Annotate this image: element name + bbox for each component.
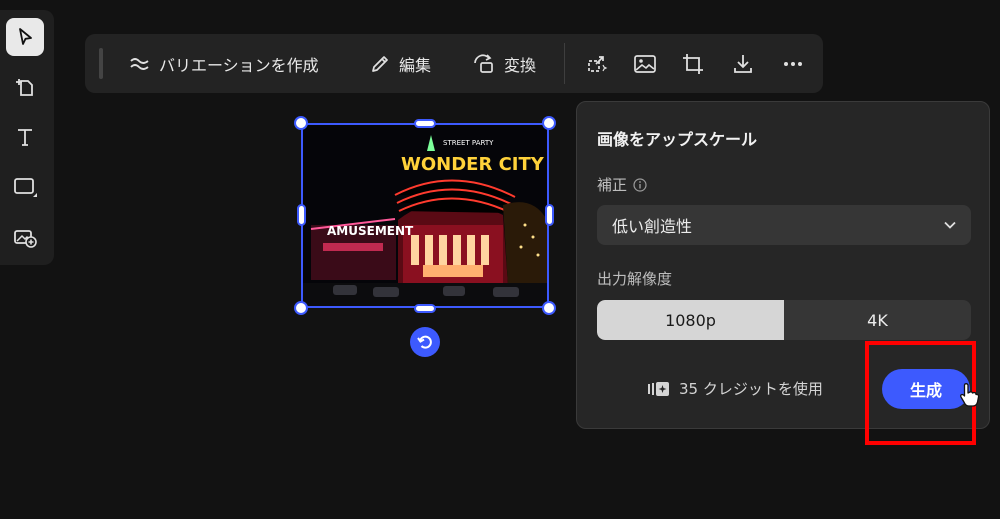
create-variation-label: バリエーションを作成 xyxy=(159,55,319,75)
upscale-icon xyxy=(588,56,608,72)
resize-handle-bottom-left[interactable] xyxy=(294,301,308,315)
resize-handle-right[interactable] xyxy=(545,204,554,226)
correction-select[interactable]: 低い創造性 xyxy=(597,205,971,245)
transform-label: 変換 xyxy=(504,55,537,75)
resize-handle-top-left[interactable] xyxy=(294,116,308,130)
hand-cursor-icon xyxy=(960,383,980,407)
more-icon xyxy=(784,62,802,66)
crop-button[interactable] xyxy=(677,48,709,80)
credits-info: 35 クレジットを使用 xyxy=(647,378,823,399)
rotate-icon xyxy=(417,335,432,349)
rectangle-shape-icon xyxy=(14,178,37,197)
resolution-label: 出力解像度 xyxy=(597,270,673,288)
crop-icon xyxy=(683,54,703,74)
text-icon xyxy=(18,129,32,146)
selection-frame xyxy=(301,123,549,308)
resize-handle-bottom[interactable] xyxy=(414,304,436,313)
toolbar-drag-handle[interactable] xyxy=(99,48,103,79)
resolution-option-1080p[interactable]: 1080p xyxy=(597,300,784,340)
image-add-tool[interactable] xyxy=(6,218,44,256)
pencil-icon xyxy=(372,55,388,72)
resize-handle-top-right[interactable] xyxy=(542,116,556,130)
correction-label-row: 補正 xyxy=(597,174,647,195)
image-add-icon xyxy=(14,230,37,248)
resize-handle-top[interactable] xyxy=(414,119,436,128)
wave-icon xyxy=(130,57,149,70)
rotate-button[interactable] xyxy=(410,327,440,357)
panel-title: 画像をアップスケール xyxy=(597,130,758,149)
download-button[interactable] xyxy=(727,48,759,80)
add-page-tool[interactable] xyxy=(6,68,44,106)
download-icon xyxy=(734,55,752,73)
resolution-option-4k[interactable]: 4K xyxy=(784,300,971,340)
shape-tool[interactable] xyxy=(6,168,44,206)
more-options-button[interactable] xyxy=(777,48,809,80)
info-icon[interactable] xyxy=(633,177,647,192)
edit-button[interactable]: 編集 xyxy=(369,34,431,93)
transform-icon xyxy=(474,53,493,73)
resolution-segmented-control: 1080p 4K xyxy=(597,300,971,340)
create-variation-button[interactable]: バリエーションを作成 xyxy=(129,34,319,93)
tool-rail xyxy=(0,10,54,265)
credits-text: 35 クレジットを使用 xyxy=(679,380,823,398)
image-button[interactable] xyxy=(629,48,661,80)
image-icon xyxy=(634,55,656,73)
credits-icon xyxy=(648,381,669,396)
upscale-button[interactable] xyxy=(580,48,612,80)
transform-button[interactable]: 変換 xyxy=(472,34,536,93)
chevron-down-icon xyxy=(944,221,956,229)
resize-handle-bottom-right[interactable] xyxy=(542,301,556,315)
text-tool[interactable] xyxy=(6,118,44,156)
context-toolbar: バリエーションを作成 編集 変換 xyxy=(85,34,823,93)
edit-label: 編集 xyxy=(399,55,432,75)
toolbar-divider xyxy=(564,43,565,84)
correction-select-value: 低い創造性 xyxy=(612,217,693,236)
resize-handle-left[interactable] xyxy=(297,204,306,226)
cursor-arrow-icon xyxy=(19,28,32,45)
correction-label: 補正 xyxy=(597,176,628,194)
add-page-icon xyxy=(16,79,33,96)
select-tool[interactable] xyxy=(6,18,44,56)
